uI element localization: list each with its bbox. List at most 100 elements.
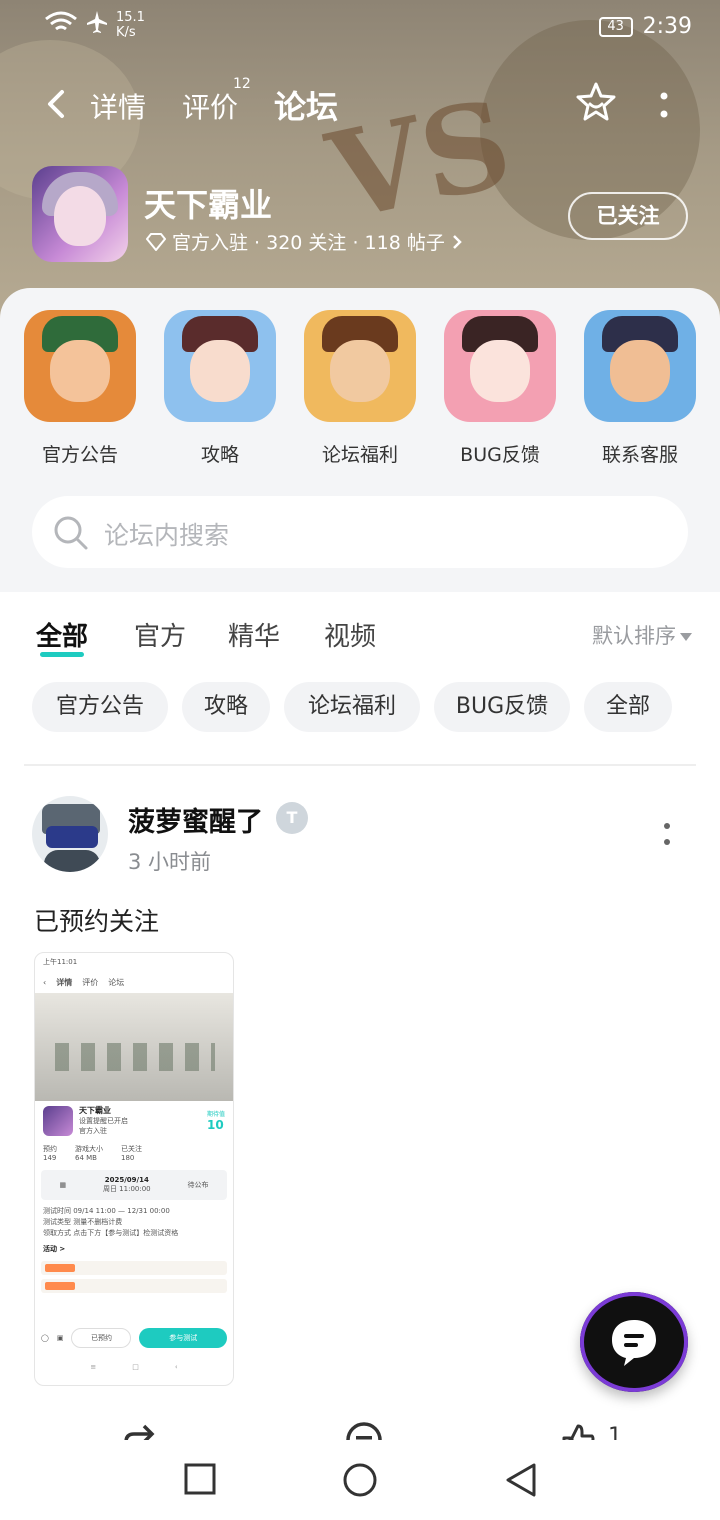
image-test-status: 待公布 xyxy=(187,1181,209,1189)
post-image-screenshot[interactable]: 上午11:01 ‹ 详情 评价 论坛 天下霸业 设置提醒已开启 官方入驻 期待值… xyxy=(34,952,234,1386)
shortcut-label: 论坛福利 xyxy=(321,444,398,466)
chip-bug-report[interactable]: BUG反馈 xyxy=(434,682,570,732)
shortcut-label: 联系客服 xyxy=(601,444,678,466)
image-nav-back-icon: ‹ xyxy=(43,977,47,987)
chat-bubble-icon xyxy=(612,1320,656,1366)
sort-dropdown[interactable]: 默认排序 xyxy=(592,620,692,650)
post-filter-tabs: 全部 官方 精华 视频 默认排序 xyxy=(0,610,720,660)
diamond-icon xyxy=(146,232,166,251)
image-game-row: 天下霸业 设置提醒已开启 官方入驻 期待值 10 xyxy=(35,1101,233,1140)
battery-icon: 43 xyxy=(598,16,633,37)
image-gift-icon: ▣ xyxy=(56,1334,64,1342)
image-test-time: 周日 11:00:00 xyxy=(102,1185,151,1193)
shortcut-guide[interactable]: 攻略 xyxy=(150,310,290,467)
chip-guide[interactable]: 攻略 xyxy=(182,682,270,732)
chat-fab-button[interactable] xyxy=(580,1292,688,1392)
image-status-time: 上午11:01 xyxy=(43,958,78,966)
image-test-info-line: 领取方式 点击下方【参与测试】检测试资格 xyxy=(43,1229,179,1237)
search-placeholder: 论坛内搜索 xyxy=(104,521,230,550)
post-actions: 1 xyxy=(0,1410,720,1444)
top-nav: 详情 评价 12 论坛 xyxy=(0,76,720,130)
image-test-info: 测试时间 09/14 11:00 — 12/31 00:00 测试类型 测量不删… xyxy=(35,1204,233,1241)
game-icon xyxy=(32,166,128,262)
image-activity-bar xyxy=(41,1279,227,1293)
airplane-icon xyxy=(87,11,107,33)
chip-all[interactable]: 全部 xyxy=(584,682,672,732)
level-badge-icon: T xyxy=(276,802,308,834)
back-nav-icon[interactable] xyxy=(504,1462,538,1498)
image-game-icon xyxy=(43,1105,73,1136)
chip-forum-welfare[interactable]: 论坛福利 xyxy=(284,682,420,732)
shortcut-label: BUG反馈 xyxy=(460,444,540,466)
image-join-button: 参与测试 xyxy=(139,1328,227,1348)
image-activity-label: 活动 > xyxy=(43,1245,66,1253)
image-bottom-bar: ◯ ▣ 已预约 参与测试 xyxy=(35,1325,233,1351)
image-activity-bar xyxy=(41,1261,227,1275)
bug-report-icon xyxy=(444,310,556,422)
image-stat-label: 游戏大小 xyxy=(75,1145,103,1153)
chip-official-notice[interactable]: 官方公告 xyxy=(32,682,168,732)
avatar[interactable] xyxy=(32,796,108,872)
follow-button[interactable]: 已关注 xyxy=(568,192,688,240)
image-score: 期待值 10 xyxy=(207,1109,225,1132)
image-stat-label: 已关注 xyxy=(121,1145,142,1153)
image-stat-value: 64 MB xyxy=(75,1154,97,1162)
network-speed: 15.1 K/s xyxy=(116,10,145,40)
favorite-star-icon[interactable] xyxy=(574,80,618,124)
divider xyxy=(24,764,696,766)
tab-forum[interactable]: 论坛 xyxy=(274,82,339,128)
more-options-icon[interactable] xyxy=(656,88,672,124)
image-status-bar: 上午11:01 xyxy=(35,953,233,971)
shortcut-bug-report[interactable]: BUG反馈 xyxy=(430,310,570,467)
status-bar: 15.1 K/s 43 2:39 xyxy=(0,0,720,60)
image-score-label: 期待值 xyxy=(206,1111,225,1118)
image-menu-icon: ≡ xyxy=(90,1363,97,1371)
dropdown-arrow-icon xyxy=(680,633,692,641)
game-meta[interactable]: 官方入驻 · 320 关注 · 118 帖子 xyxy=(146,228,463,255)
image-test-info-line: 测试类型 测量不删档计费 xyxy=(43,1218,123,1226)
filter-tab-video[interactable]: 视频 xyxy=(324,616,376,653)
tab-reviews[interactable]: 评价 xyxy=(182,86,238,126)
image-test-box: ▦ 2025/09/14 周日 11:00:00 待公布 xyxy=(41,1170,227,1200)
image-system-nav: ≡ □ ‹ xyxy=(35,1363,233,1379)
image-stat-value: 180 xyxy=(121,1154,135,1162)
filter-tab-all[interactable]: 全部 xyxy=(36,616,88,657)
image-calendar-icon: ▦ xyxy=(59,1181,67,1189)
shortcut-official-notice[interactable]: 官方公告 xyxy=(10,310,150,467)
customer-service-icon xyxy=(584,310,696,422)
forum-search-bar[interactable]: 论坛内搜索 xyxy=(32,496,688,568)
forum-welfare-icon xyxy=(304,310,416,422)
image-test-info-line: 测试时间 09/14 11:00 — 12/31 00:00 xyxy=(43,1207,170,1215)
game-title: 天下霸业 xyxy=(144,186,273,224)
image-game-banner xyxy=(35,993,233,1101)
back-icon[interactable] xyxy=(38,84,78,124)
home-icon[interactable] xyxy=(342,1462,378,1498)
image-stats: 预约 149 游戏大小 64 MB 已关注 180 xyxy=(35,1140,233,1166)
review-count-badge: 12 xyxy=(233,76,251,92)
system-nav-bar xyxy=(0,1440,720,1520)
image-forum-icon: ◯ xyxy=(41,1334,49,1342)
official-notice-icon xyxy=(24,310,136,422)
image-stat-value: 149 xyxy=(43,1154,57,1162)
image-score-value: 10 xyxy=(206,1118,224,1132)
clock: 2:39 xyxy=(642,14,692,39)
post-username[interactable]: 菠萝蜜醒了 xyxy=(128,800,263,839)
image-game-title: 天下霸业 xyxy=(79,1106,111,1115)
post-more-icon[interactable] xyxy=(662,822,672,848)
shortcut-forum-welfare[interactable]: 论坛福利 xyxy=(290,310,430,467)
recent-apps-icon[interactable] xyxy=(183,1462,217,1496)
image-nav-tab: 论坛 xyxy=(108,977,125,987)
image-nav-tab: 评价 xyxy=(82,977,99,987)
post-time: 3 小时前 xyxy=(128,850,212,874)
search-icon xyxy=(54,516,88,550)
image-test-date: 2025/09/14 xyxy=(104,1176,149,1184)
tab-details[interactable]: 详情 xyxy=(90,86,146,126)
shortcut-label: 攻略 xyxy=(200,444,239,466)
image-nav: ‹ 详情 评价 论坛 xyxy=(35,971,233,993)
chevron-right-icon xyxy=(452,234,462,249)
filter-tab-featured[interactable]: 精华 xyxy=(228,616,280,653)
shortcut-label: 官方公告 xyxy=(41,444,118,466)
shortcut-customer-service[interactable]: 联系客服 xyxy=(570,310,710,467)
image-official: 官方入驻 xyxy=(79,1127,107,1135)
filter-tab-official[interactable]: 官方 xyxy=(134,616,186,653)
